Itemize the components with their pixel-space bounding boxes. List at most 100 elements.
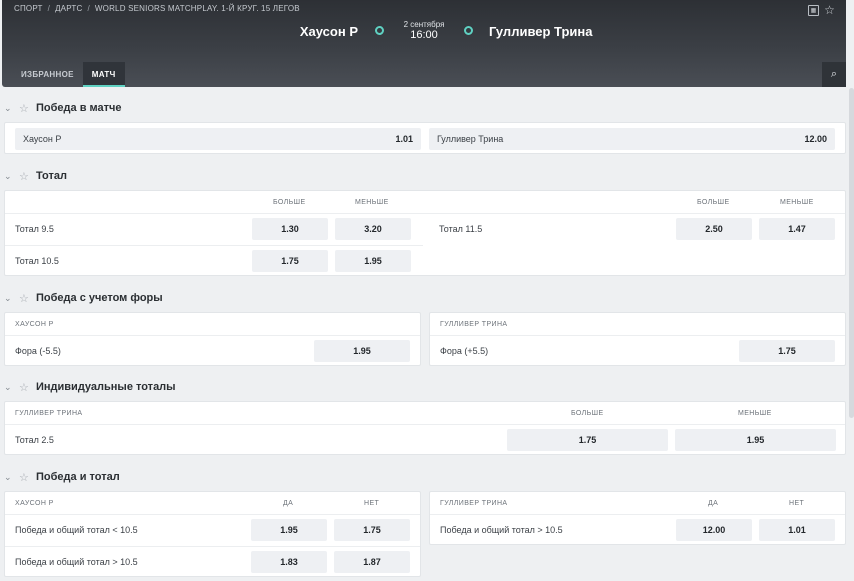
win-total-row-name: Победа и общий тотал > 10.5	[440, 525, 563, 535]
column-header-over: БОЛЬШЕ	[571, 410, 604, 417]
divider	[430, 335, 845, 336]
divider	[5, 245, 423, 246]
chevron-down-icon[interactable]: ⌄	[4, 171, 16, 182]
away-team-indicator-icon	[464, 26, 473, 35]
breadcrumb-tournament[interactable]: WORLD SENIORS MATCHPLAY. 1-Й КРУГ. 15 ЛЕ…	[95, 4, 300, 13]
scrollbar[interactable]	[849, 88, 854, 418]
total-row-name: Тотал 11.5	[439, 224, 483, 234]
team-header: ХАУСОН Р	[15, 500, 54, 507]
column-header-under: МЕНЬШЕ	[738, 410, 772, 417]
odd-button[interactable]: 1.95	[251, 519, 327, 541]
breadcrumb-sport[interactable]: СПОРТ	[14, 4, 43, 13]
section-header-handicap[interactable]: ⌄ ☆ Победа с учетом форы	[4, 290, 163, 306]
odd-button[interactable]: 2.50	[676, 218, 752, 240]
search-button[interactable]: ⌕	[822, 62, 846, 87]
odd-button[interactable]: 1.95	[335, 250, 411, 272]
tab-match[interactable]: МАТЧ	[82, 62, 125, 87]
column-header-over: БОЛЬШЕ	[273, 199, 306, 206]
column-header-no: НЕТ	[364, 500, 380, 507]
option-name: Гулливер Трина	[437, 134, 504, 144]
breadcrumb-darts[interactable]: ДАРТС	[55, 4, 82, 13]
star-icon[interactable]: ☆	[19, 471, 33, 484]
section-title: Победа в матче	[36, 102, 122, 114]
column-header-under: МЕНЬШЕ	[780, 199, 814, 206]
team-header: ГУЛЛИВЕР ТРИНА	[440, 321, 508, 328]
section-header-winner[interactable]: ⌄ ☆ Победа в матче	[4, 100, 122, 116]
section-title: Тотал	[36, 170, 67, 182]
section-header-individual[interactable]: ⌄ ☆ Индивидуальные тоталы	[4, 379, 176, 395]
winner-option-home[interactable]: Хаусон Р 1.01	[15, 128, 421, 150]
chevron-down-icon[interactable]: ⌄	[4, 103, 16, 114]
odd-button[interactable]: 1.95	[314, 340, 410, 362]
total-row-name: Тотал 10.5	[15, 256, 59, 266]
odd-button[interactable]: 1.75	[334, 519, 410, 541]
individual-card: ГУЛЛИВЕР ТРИНА БОЛЬШЕ МЕНЬШЕ Тотал 2.5 1…	[4, 401, 846, 455]
total-card: БОЛЬШЕ МЕНЬШЕ БОЛЬШЕ МЕНЬШЕ Тотал 9.5 1.…	[4, 190, 846, 276]
odd-button[interactable]: 1.01	[759, 519, 835, 541]
odd-button[interactable]: 3.20	[335, 218, 411, 240]
winner-card: Хаусон Р 1.01 Гулливер Трина 12.00	[4, 122, 846, 154]
column-header-no: НЕТ	[789, 500, 805, 507]
odd-button[interactable]: 1.95	[675, 429, 836, 451]
option-odd: 1.01	[395, 134, 413, 144]
star-icon[interactable]: ☆	[19, 170, 33, 183]
win-total-row-name: Победа и общий тотал < 10.5	[15, 525, 138, 535]
winner-option-away[interactable]: Гулливер Трина 12.00	[429, 128, 835, 150]
team-header: ГУЛЛИВЕР ТРИНА	[15, 410, 83, 417]
handicap-row-name: Фора (-5.5)	[15, 346, 61, 356]
search-icon: ⌕	[830, 68, 838, 80]
odd-button[interactable]: 12.00	[676, 519, 752, 541]
section-title: Победа с учетом форы	[36, 292, 163, 304]
win-total-row-name: Победа и общий тотал > 10.5	[15, 557, 138, 567]
home-team-name: Хаусон Р	[299, 24, 358, 39]
individual-row-name: Тотал 2.5	[15, 435, 54, 445]
divider	[5, 213, 845, 214]
divider	[5, 424, 845, 425]
team-header: ГУЛЛИВЕР ТРИНА	[440, 500, 508, 507]
section-header-win-total[interactable]: ⌄ ☆ Победа и тотал	[4, 469, 120, 485]
column-header-under: МЕНЬШЕ	[355, 199, 389, 206]
odd-button[interactable]: 1.87	[334, 551, 410, 573]
team-header: ХАУСОН Р	[15, 321, 54, 328]
odd-button[interactable]: 1.83	[251, 551, 327, 573]
option-odd: 12.00	[804, 134, 827, 144]
handicap-card-home: ХАУСОН Р Фора (-5.5) 1.95	[4, 312, 421, 366]
match-header: СПОРТ / ДАРТС / WORLD SENIORS MATCHPLAY. 1-Й…	[2, 0, 846, 87]
win-total-card-away: ГУЛЛИВЕР ТРИНА ДА НЕТ Победа и общий тот…	[429, 491, 846, 545]
favorite-star-icon[interactable]: ☆	[824, 4, 835, 16]
divider	[5, 514, 420, 515]
breadcrumb: СПОРТ / ДАРТС / WORLD SENIORS MATCHPLAY. 1-Й…	[14, 4, 300, 13]
section-header-total[interactable]: ⌄ ☆ Тотал	[4, 168, 67, 184]
handicap-row-name: Фора (+5.5)	[440, 346, 489, 356]
column-header-over: БОЛЬШЕ	[697, 199, 730, 206]
chevron-down-icon[interactable]: ⌄	[4, 472, 16, 483]
star-icon[interactable]: ☆	[19, 381, 33, 394]
total-row-name: Тотал 9.5	[15, 224, 54, 234]
column-header-yes: ДА	[283, 500, 294, 507]
stats-icon[interactable]: ▦	[808, 5, 819, 16]
chevron-down-icon[interactable]: ⌄	[4, 382, 16, 393]
column-header-yes: ДА	[708, 500, 719, 507]
handicap-card-away: ГУЛЛИВЕР ТРИНА Фора (+5.5) 1.75	[429, 312, 846, 366]
section-title: Индивидуальные тоталы	[36, 381, 176, 393]
section-title: Победа и тотал	[36, 471, 120, 483]
chevron-down-icon[interactable]: ⌄	[4, 293, 16, 304]
tab-favorites[interactable]: ИЗБРАННОЕ	[12, 62, 83, 87]
divider	[5, 335, 420, 336]
option-name: Хаусон Р	[23, 134, 62, 144]
odd-button[interactable]: 1.30	[252, 218, 328, 240]
odd-button[interactable]: 1.47	[759, 218, 835, 240]
divider	[5, 546, 420, 547]
tab-bar: ИЗБРАННОЕ МАТЧ	[12, 62, 125, 87]
home-team-indicator-icon	[375, 26, 384, 35]
star-icon[interactable]: ☆	[19, 292, 33, 305]
match-time: 16:00	[410, 29, 438, 41]
odd-button[interactable]: 1.75	[507, 429, 668, 451]
star-icon[interactable]: ☆	[19, 102, 33, 115]
away-team-name: Гулливер Трина	[489, 24, 593, 39]
odd-button[interactable]: 1.75	[252, 250, 328, 272]
match-date: 2 сентября	[403, 20, 445, 29]
win-total-card-home: ХАУСОН Р ДА НЕТ Победа и общий тотал < 1…	[4, 491, 421, 577]
divider	[430, 514, 845, 515]
odd-button[interactable]: 1.75	[739, 340, 835, 362]
